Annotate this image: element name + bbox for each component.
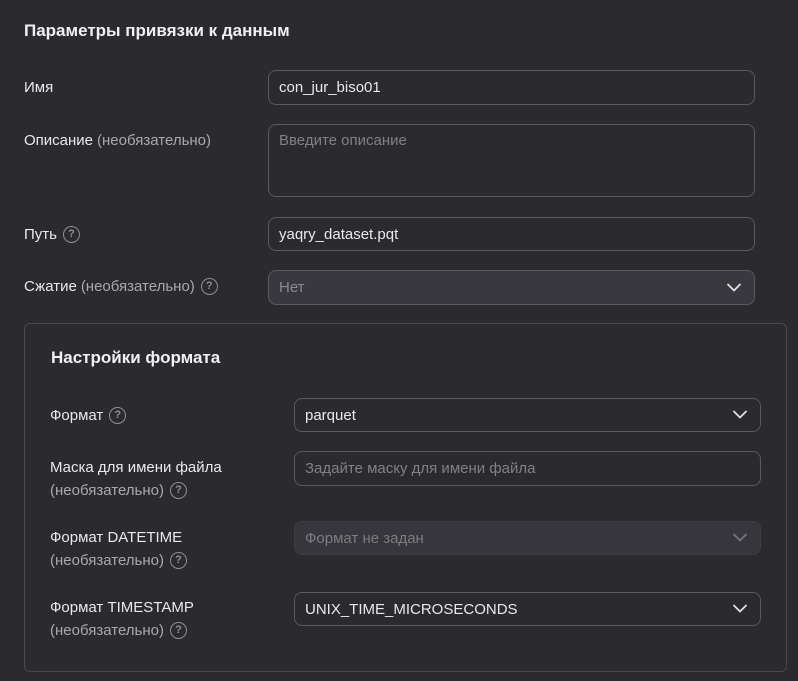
name-label-text: Имя bbox=[24, 79, 54, 96]
help-circle-icon[interactable]: ? bbox=[109, 407, 127, 424]
mask-label: Маска для имени файла (необязательно) ? bbox=[50, 456, 270, 502]
binding-settings-form: Параметры привязки к данным Имя con_jur_… bbox=[0, 0, 798, 681]
name-label: Имя bbox=[24, 76, 53, 99]
chevron-down-icon bbox=[732, 533, 748, 543]
optional-hint: (необязательно) bbox=[97, 132, 212, 149]
datetime-label: Формат DATETIME (необязательно) ? bbox=[50, 526, 270, 572]
mask-input[interactable]: Задайте маску для имени файла bbox=[294, 451, 761, 486]
timestamp-label-text: Формат TIMESTAMP bbox=[50, 599, 194, 616]
panel-title: Настройки формата bbox=[51, 348, 221, 367]
optional-hint: (необязательно) bbox=[50, 622, 164, 639]
help-circle-icon[interactable]: ? bbox=[169, 622, 187, 639]
format-label-text: Формат bbox=[50, 407, 104, 424]
timestamp-select[interactable]: UNIX_TIME_MICROSECONDS bbox=[294, 592, 761, 626]
timestamp-label: Формат TIMESTAMP (необязательно) ? bbox=[50, 596, 270, 642]
help-circle-icon[interactable]: ? bbox=[169, 552, 187, 569]
compression-select[interactable]: Нет bbox=[268, 270, 755, 305]
compression-label: Сжатие (необязательно) ? bbox=[24, 275, 218, 298]
mask-label-text: Маска для имени файла bbox=[50, 459, 222, 476]
datetime-label-text: Формат DATETIME bbox=[50, 529, 183, 546]
format-settings-panel: Настройки формата Формат ? parquet Маска… bbox=[24, 323, 787, 672]
datetime-select-value: Формат не задан bbox=[305, 529, 424, 547]
format-select-value: parquet bbox=[305, 406, 356, 424]
help-circle-icon[interactable]: ? bbox=[169, 482, 187, 499]
path-label-text: Путь bbox=[24, 226, 57, 243]
compression-label-text: Сжатие bbox=[24, 278, 77, 295]
section-title: Параметры привязки к данным bbox=[24, 21, 290, 40]
optional-hint: (необязательно) bbox=[50, 482, 164, 499]
timestamp-select-value: UNIX_TIME_MICROSECONDS bbox=[305, 600, 518, 618]
format-label: Формат ? bbox=[50, 404, 127, 427]
datetime-select: Формат не задан bbox=[294, 521, 761, 555]
path-label: Путь ? bbox=[24, 223, 80, 246]
optional-hint: (необязательно) bbox=[80, 278, 195, 295]
help-circle-icon[interactable]: ? bbox=[200, 278, 218, 295]
path-input[interactable]: yaqry_dataset.pqt bbox=[268, 217, 755, 251]
description-label: Описание (необязательно) bbox=[24, 129, 211, 152]
description-textarea[interactable]: Введите описание bbox=[268, 124, 755, 197]
help-circle-icon[interactable]: ? bbox=[62, 226, 80, 243]
chevron-down-icon bbox=[732, 604, 748, 614]
name-input[interactable]: con_jur_biso01 bbox=[268, 70, 755, 105]
format-select[interactable]: parquet bbox=[294, 398, 761, 432]
description-label-text: Описание bbox=[24, 132, 94, 149]
chevron-down-icon bbox=[726, 282, 742, 292]
optional-hint: (необязательно) bbox=[50, 552, 164, 569]
chevron-down-icon bbox=[732, 410, 748, 420]
compression-select-value: Нет bbox=[279, 279, 305, 296]
